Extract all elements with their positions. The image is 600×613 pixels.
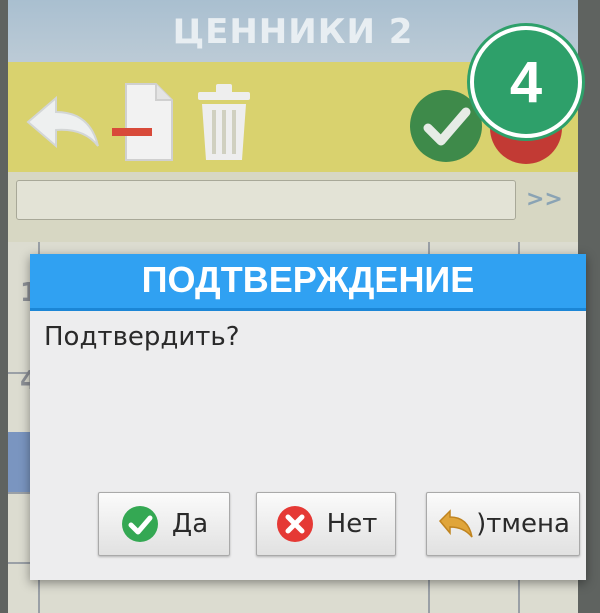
- search-row: >>: [8, 172, 578, 242]
- step-number-badge: 4: [470, 26, 582, 138]
- no-button-label: Нет: [326, 509, 378, 539]
- undo-arrow-icon: [439, 509, 473, 538]
- back-arrow-icon[interactable]: [22, 92, 102, 152]
- cancel-button-label: )тмена: [476, 509, 570, 539]
- next-button[interactable]: >>: [526, 182, 570, 218]
- cancel-button[interactable]: )тмена: [426, 492, 580, 556]
- yes-button-label: Да: [171, 509, 209, 539]
- search-input[interactable]: [16, 180, 516, 220]
- dialog-title: ПОДТВЕРЖДЕНИЕ: [141, 259, 475, 300]
- no-button[interactable]: Нет: [256, 492, 396, 556]
- x-circle-icon: [276, 506, 313, 542]
- confirm-dialog: ПОДТВЕРЖДЕНИЕ Подтвердить? Да Нет )тмена: [30, 254, 586, 580]
- trash-icon[interactable]: [194, 82, 254, 162]
- yes-button[interactable]: Да: [98, 492, 230, 556]
- check-circle-icon: [121, 506, 158, 542]
- dialog-header: ПОДТВЕРЖДЕНИЕ: [30, 254, 586, 311]
- document-remove-icon[interactable]: [112, 82, 176, 162]
- dialog-message: Подтвердить?: [44, 322, 240, 352]
